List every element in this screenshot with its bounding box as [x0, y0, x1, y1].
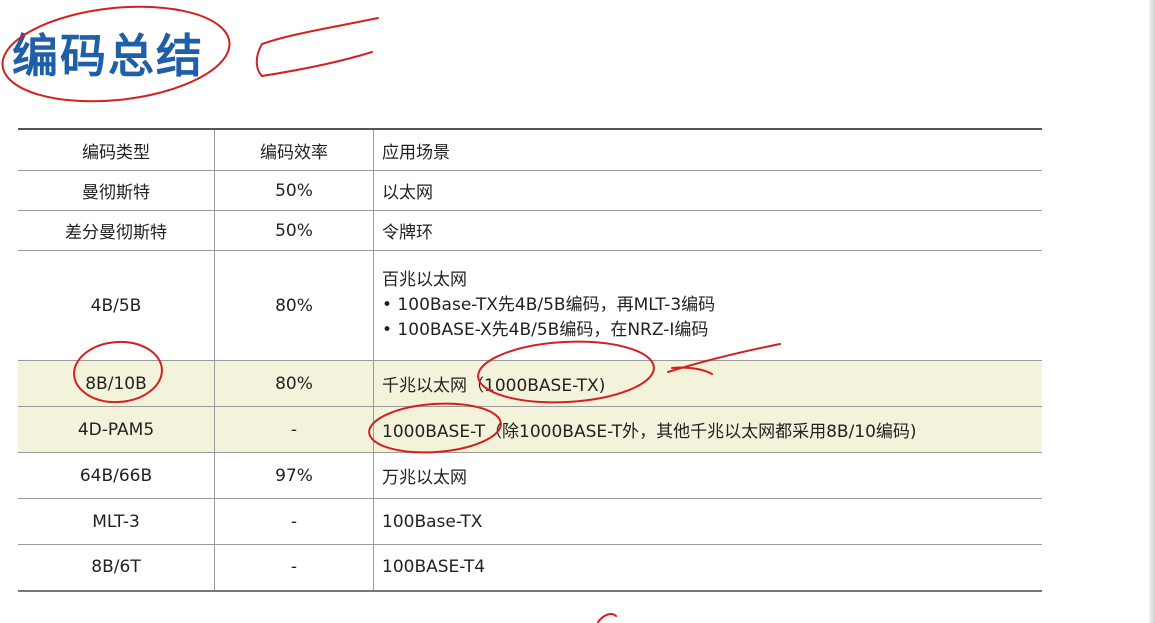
header-encoding-efficiency: 编码效率	[214, 128, 374, 171]
header-application-scenario: 应用场景	[373, 128, 1042, 171]
table-row: 差分曼彻斯特 50% 令牌环	[18, 210, 1042, 251]
cell-type: 64B/66B	[18, 452, 215, 499]
cell-type: 8B/10B	[18, 360, 215, 407]
page-title: 编码总结	[12, 29, 204, 83]
cell-scenario: 万兆以太网	[373, 452, 1042, 499]
cell-scenario: 令牌环	[373, 210, 1042, 251]
cell-scenario: 千兆以太网（1000BASE-TX)	[373, 360, 1042, 407]
table-row: 8B/6T - 100BASE-T4	[18, 544, 1042, 592]
cell-efficiency: -	[214, 498, 374, 545]
cell-efficiency: -	[214, 406, 374, 453]
table-row: 曼彻斯特 50% 以太网	[18, 170, 1042, 211]
table-row: 4B/5B 80% 百兆以太网 • 100Base-TX先4B/5B编码，再ML…	[18, 250, 1042, 361]
window-edge	[1149, 0, 1155, 623]
cell-scenario: 100BASE-T4	[373, 544, 1042, 592]
cell-scenario: 1000BASE-T（除1000BASE-T外，其他千兆以太网都采用8B/10编…	[373, 406, 1042, 453]
table-row-highlighted: 4D-PAM5 - 1000BASE-T（除1000BASE-T外，其他千兆以太…	[18, 406, 1042, 453]
cell-efficiency: 50%	[214, 210, 374, 251]
scenario-bullet: • 100Base-TX先4B/5B编码，再MLT-3编码	[382, 295, 716, 315]
table-row: 64B/66B 97% 万兆以太网	[18, 452, 1042, 499]
cell-type: 8B/6T	[18, 544, 215, 592]
bottom-ink-mark	[597, 613, 617, 623]
title-arrow-mark	[255, 17, 379, 78]
scenario-bullet: • 100BASE-X先4B/5B编码，在NRZ-I编码	[382, 320, 709, 340]
cell-efficiency: 50%	[214, 170, 374, 211]
cell-efficiency: 97%	[214, 452, 374, 499]
cell-type: 4D-PAM5	[18, 406, 215, 453]
encoding-summary-table: 编码类型 编码效率 应用场景 曼彻斯特 50% 以太网 差分曼彻斯特 50% 令…	[18, 128, 1042, 592]
table-row: MLT-3 - 100Base-TX	[18, 498, 1042, 545]
cell-scenario: 100Base-TX	[373, 498, 1042, 545]
cell-type: 曼彻斯特	[18, 170, 215, 211]
cell-type: MLT-3	[18, 498, 215, 545]
scenario-heading: 百兆以太网	[382, 270, 467, 290]
cell-scenario: 百兆以太网 • 100Base-TX先4B/5B编码，再MLT-3编码 • 10…	[373, 250, 1042, 361]
header-encoding-type: 编码类型	[18, 128, 215, 171]
cell-type: 4B/5B	[18, 250, 215, 361]
cell-efficiency: 80%	[214, 360, 374, 407]
table-header-row: 编码类型 编码效率 应用场景	[18, 128, 1042, 171]
cell-efficiency: -	[214, 544, 374, 592]
cell-type: 差分曼彻斯特	[18, 210, 215, 251]
cell-scenario: 以太网	[373, 170, 1042, 211]
cell-efficiency: 80%	[214, 250, 374, 361]
table-row-highlighted: 8B/10B 80% 千兆以太网（1000BASE-TX)	[18, 360, 1042, 407]
